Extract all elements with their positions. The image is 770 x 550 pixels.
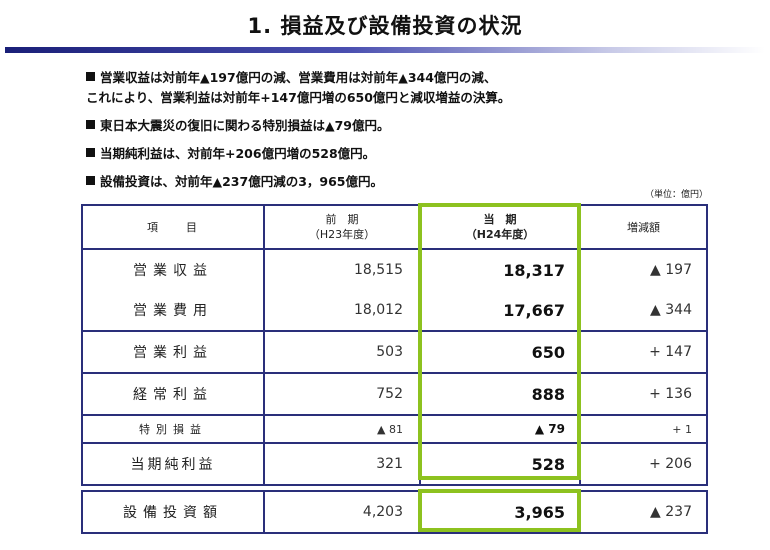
bullet-operating-income: これにより、営業利益は対前年+147億円増の650億円と減収増益の決算。 xyxy=(86,88,746,108)
table-row: 経常利益 752 888 + 136 xyxy=(81,372,708,416)
header-cur-line1: 当 期 xyxy=(483,213,517,226)
table-row: 営業収益 18,515 18,317 ▲ 197 xyxy=(81,248,708,290)
row-item: 当期純利益 xyxy=(81,442,265,486)
financial-table: 項 目 前 期 （H23年度） 当 期 （H24年度） 増減額 営業収益 18,51… xyxy=(81,204,708,486)
row-prev: 321 xyxy=(263,442,421,486)
row-diff: + 136 xyxy=(579,372,708,416)
header-item: 項 目 xyxy=(81,204,265,250)
row-cur: 650 xyxy=(419,330,581,374)
row-cur: 18,317 xyxy=(419,248,581,290)
row-diff: ▲ 344 xyxy=(579,290,708,332)
bullet-special-items: 東日本大震災の復旧に関わる特別損益は▲79億円。 xyxy=(86,116,746,136)
row-prev: ▲ 81 xyxy=(263,414,421,444)
capex-item: 設備投資額 xyxy=(81,490,265,534)
row-diff: + 206 xyxy=(579,442,708,486)
header-prev: 前 期 （H23年度） xyxy=(263,204,421,250)
capex-diff: ▲ 237 xyxy=(579,490,708,534)
row-cur: 888 xyxy=(419,372,581,416)
header-cur-line2: （H24年度） xyxy=(465,228,535,241)
page-title: 1. 損益及び設備投資の状況 xyxy=(247,14,523,38)
row-item: 営業費用 xyxy=(81,290,265,332)
square-bullet-icon xyxy=(86,120,95,129)
row-prev: 503 xyxy=(263,330,421,374)
row-item: 特別損益 xyxy=(81,414,265,444)
row-item: 営業収益 xyxy=(81,248,265,290)
table-header-row: 項 目 前 期 （H23年度） 当 期 （H24年度） 増減額 xyxy=(81,204,708,250)
bullet-text: 営業収益は対前年▲197億円の減、営業費用は対前年▲344億円の減、 xyxy=(100,70,497,85)
row-diff: + 1 xyxy=(579,414,708,444)
table-row: 営業費用 18,012 17,667 ▲ 344 xyxy=(81,290,708,332)
square-bullet-icon xyxy=(86,72,95,81)
row-item: 経常利益 xyxy=(81,372,265,416)
header-prev-line2: （H23年度） xyxy=(308,228,376,241)
bullet-text: 東日本大震災の復旧に関わる特別損益は▲79億円。 xyxy=(100,118,390,133)
bullet-net-income: 当期純利益は、対前年+206億円増の528億円。 xyxy=(86,144,746,164)
row-prev: 752 xyxy=(263,372,421,416)
row-item: 営業利益 xyxy=(81,330,265,374)
table-row: 特別損益 ▲ 81 ▲ 79 + 1 xyxy=(81,414,708,444)
bullet-text: 当期純利益は、対前年+206億円増の528億円。 xyxy=(100,146,376,161)
capex-cur: 3,965 xyxy=(419,490,581,534)
row-prev: 18,515 xyxy=(263,248,421,290)
bullet-text: 設備投資は、対前年▲237億円減の3，965億円。 xyxy=(100,174,383,189)
header-prev-line1: 前 期 xyxy=(325,213,359,226)
title-underline-bar xyxy=(5,47,765,53)
row-prev: 18,012 xyxy=(263,290,421,332)
table-row: 営業利益 503 650 + 147 xyxy=(81,330,708,374)
summary-bullets: 営業収益は対前年▲197億円の減、営業費用は対前年▲344億円の減、 これにより… xyxy=(86,68,746,200)
unit-note: （単位：億円） xyxy=(644,190,708,200)
row-cur: 17,667 xyxy=(419,290,581,332)
table-row: 当期純利益 321 528 + 206 xyxy=(81,442,708,486)
square-bullet-icon xyxy=(86,148,95,157)
capex-table: 設備投資額 4,203 3,965 ▲ 237 xyxy=(81,490,708,534)
row-diff: ▲ 197 xyxy=(579,248,708,290)
bullet-text: これにより、営業利益は対前年+147億円増の650億円と減収増益の決算。 xyxy=(86,90,511,105)
row-cur: ▲ 79 xyxy=(419,414,581,444)
header-diff: 増減額 xyxy=(579,204,708,250)
capex-prev: 4,203 xyxy=(263,490,421,534)
row-diff: + 147 xyxy=(579,330,708,374)
square-bullet-icon xyxy=(86,176,95,185)
header-cur: 当 期 （H24年度） xyxy=(419,204,581,250)
capex-row: 設備投資額 4,203 3,965 ▲ 237 xyxy=(81,490,708,534)
bullet-operating-revenue: 営業収益は対前年▲197億円の減、営業費用は対前年▲344億円の減、 xyxy=(86,68,746,88)
row-cur: 528 xyxy=(419,442,581,486)
